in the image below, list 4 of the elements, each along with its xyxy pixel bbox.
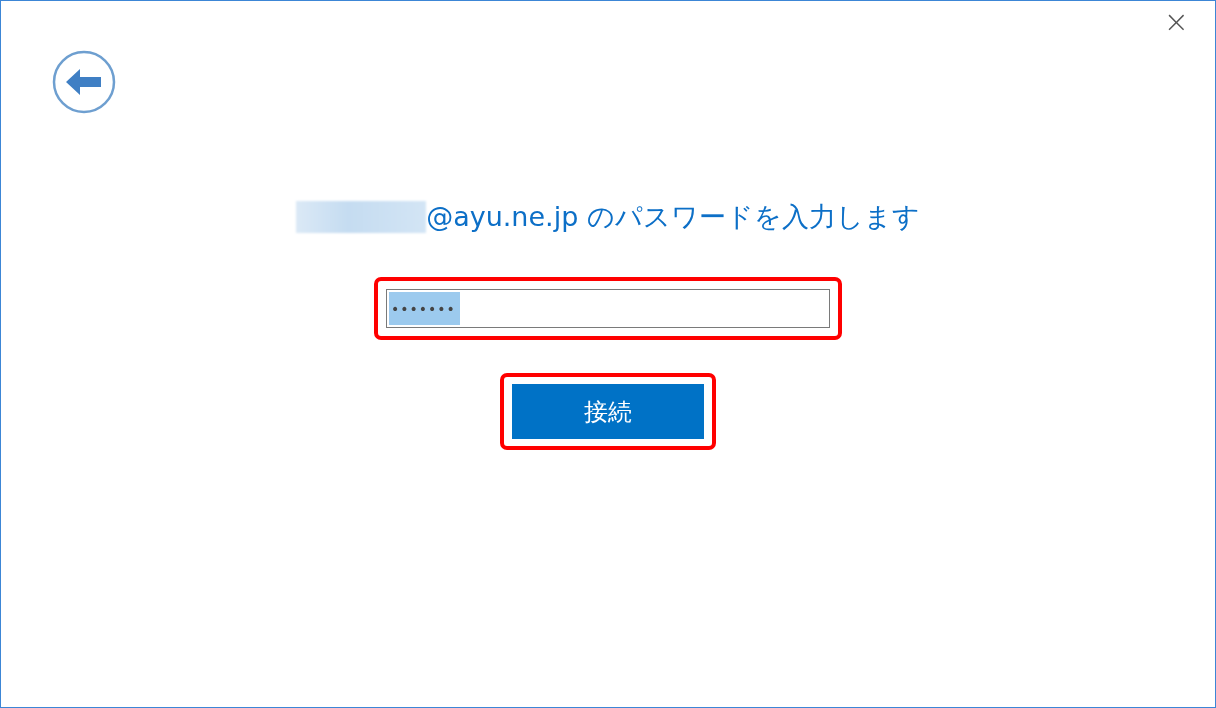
close-button[interactable]: × bbox=[1157, 7, 1195, 37]
connect-button[interactable]: 接続 bbox=[512, 384, 704, 439]
heading-text: @ayu.ne.jp のパスワードを入力します bbox=[426, 200, 920, 234]
password-field[interactable]: ••••••• bbox=[386, 289, 830, 328]
